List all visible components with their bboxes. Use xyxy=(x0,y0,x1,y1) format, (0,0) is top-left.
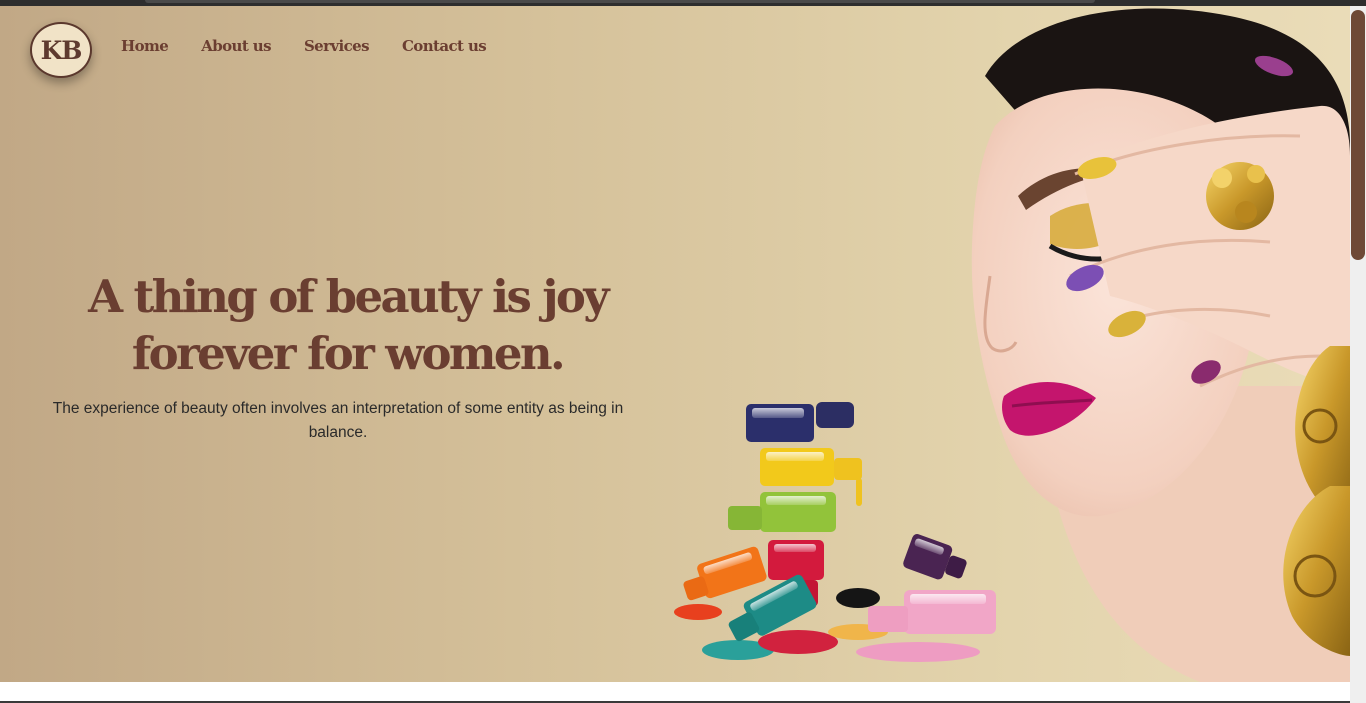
logo-badge[interactable]: KB xyxy=(30,22,92,78)
nav-link-contact[interactable]: Contact us xyxy=(402,37,487,55)
nav-link-home[interactable]: Home xyxy=(121,37,169,55)
hero-headline: A thing of beauty is joy forever for wom… xyxy=(40,268,655,382)
hero-subtext: The experience of beauty often involves … xyxy=(52,400,624,441)
headline-line-2: forever for women. xyxy=(131,327,566,380)
scrollbar-thumb[interactable] xyxy=(1351,10,1365,260)
logo-text: KB xyxy=(40,35,83,65)
nav-link-about[interactable]: About us xyxy=(201,37,271,55)
main-nav: Home About us Services Contact us xyxy=(121,37,487,55)
headline-line-1: A thing of beauty is joy xyxy=(88,270,609,323)
model-portrait xyxy=(971,8,1350,682)
hero-section: KB Home About us Services Contact us A t… xyxy=(0,6,1350,682)
page-bottom-strip xyxy=(0,682,1350,703)
nav-link-services[interactable]: Services xyxy=(304,37,370,55)
browser-tab-strip xyxy=(145,0,1095,3)
